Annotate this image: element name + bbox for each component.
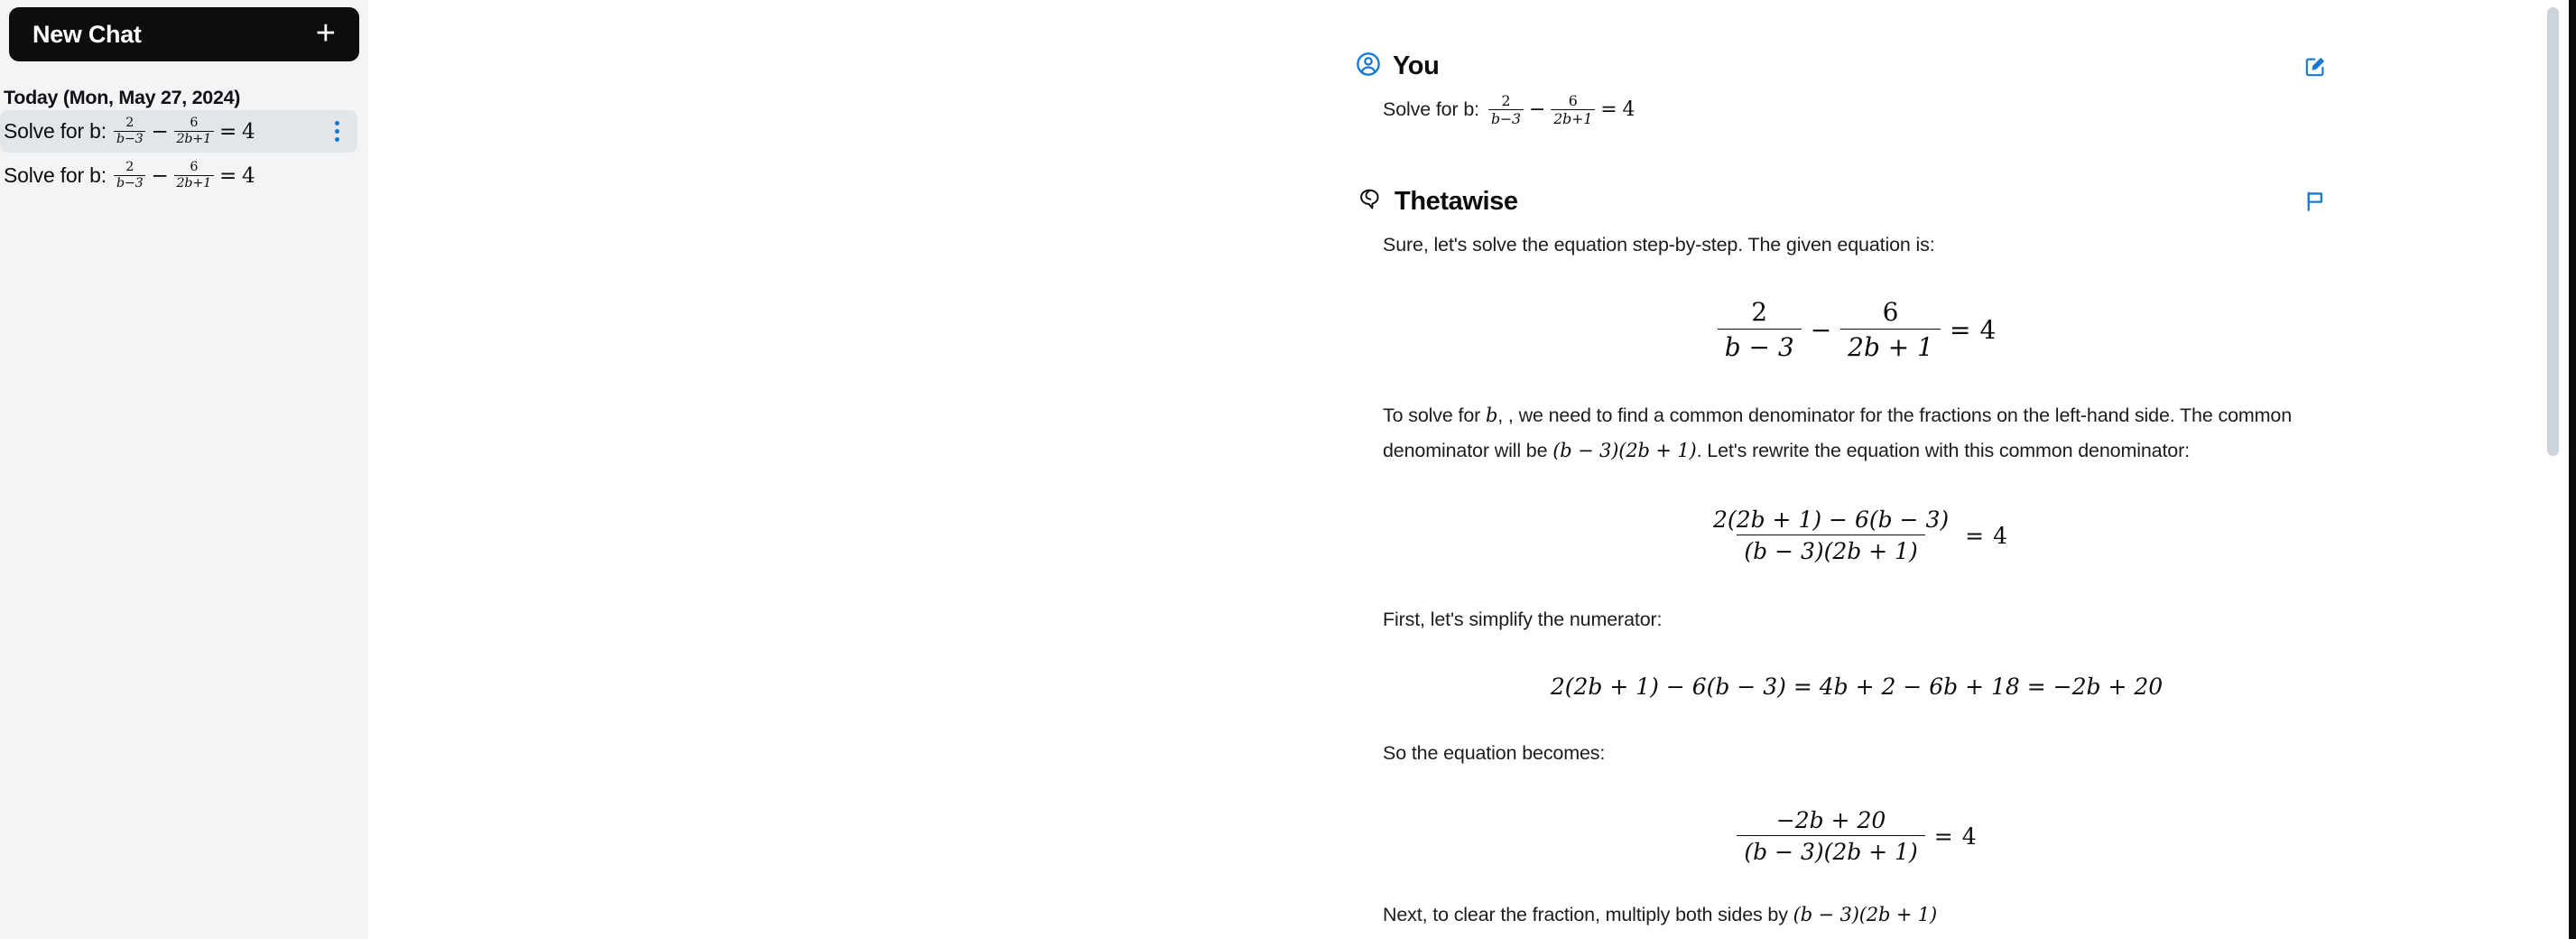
chat-item-0-equation: 2 b−3 − 6 2b+1 = 4 <box>113 116 255 147</box>
minus-sign: − <box>1810 314 1832 345</box>
fraction-6-over-2b-plus-1: 6 2b + 1 <box>1840 297 1941 362</box>
rhs-4: 4 <box>242 119 255 144</box>
assistant-paragraph-3: First, let's simplify the numerator: <box>1383 609 1663 630</box>
new-chat-label: New Chat <box>32 20 142 48</box>
new-chat-button[interactable]: New Chat + <box>9 7 359 61</box>
paragraph-2-part-a: To solve for <box>1383 404 1481 426</box>
inline-denominator-product: (b − 3)(2b + 1) <box>1793 904 1938 925</box>
rhs-4: 4 <box>1993 522 2007 549</box>
inline-var-b: b <box>1485 404 1498 426</box>
equals-sign: = <box>1933 823 1953 850</box>
assistant-paragraph-2: To solve for b, , we need to find a comm… <box>1383 398 2294 469</box>
assistant-paragraph-1: Sure, let's solve the equation step-by-s… <box>1383 234 1935 256</box>
user-message: You Solve for b: 2 b−3 − 6 2b+1 = 4 <box>1356 47 2330 127</box>
fraction-6-over-2b-plus-1: 6 2b+1 <box>1551 93 1596 126</box>
user-message-prefix: Solve for b: <box>1383 98 1479 120</box>
equals-sign: = <box>1600 98 1617 121</box>
fraction-6-over-2b-plus-1: 6 2b+1 <box>173 161 214 191</box>
sidebar-date-group-label: Today (Mon, May 27, 2024) <box>4 87 241 108</box>
fraction-2-over-b-minus-3: 2 b−3 <box>113 161 146 191</box>
app-root: New Chat + Today (Mon, May 27, 2024) Sol… <box>0 0 2576 939</box>
display-equation-2: 2(2b + 1) − 6(b − 3) (b − 3)(2b + 1) = 4 <box>1401 507 2312 564</box>
display-equation-3-block: 2(2b + 1) − 6(b − 3) = 4b + 2 − 6b + 18 … <box>1401 674 2312 700</box>
user-message-equation: 2 b−3 − 6 2b+1 = 4 <box>1487 92 1635 127</box>
minus-sign: − <box>1528 98 1546 121</box>
user-message-header: You <box>1356 47 2330 85</box>
equals-sign: = <box>218 163 237 188</box>
scrollbar-track[interactable] <box>2547 0 2569 939</box>
rhs-4: 4 <box>1961 823 1977 850</box>
assistant-paragraph-5: Next, to clear the fraction, multiply bo… <box>1383 897 2294 933</box>
fraction-2-over-b-minus-3: 2 b − 3 <box>1717 297 1802 362</box>
scrollbar-thumb[interactable] <box>2547 7 2559 456</box>
user-message-text: Solve for b: 2 b−3 − 6 2b+1 = 4 <box>1383 92 2294 127</box>
fraction-neg2b20-over-product: −2b + 20 (b − 3)(2b + 1) <box>1737 807 1925 865</box>
assistant-message: Thetawise Sure, let's solve the equation… <box>1356 182 2330 933</box>
paragraph-2-part-c: . Let's rewrite the equation with this c… <box>1696 440 2190 461</box>
display-equation-1: 2 b − 3 − 6 2b + 1 = 4 <box>1401 297 2312 362</box>
rhs-4: 4 <box>1979 314 1997 345</box>
sidebar: New Chat + Today (Mon, May 27, 2024) Sol… <box>0 0 368 939</box>
display-equation-2-block: 2(2b + 1) − 6(b − 3) (b − 3)(2b + 1) = 4 <box>1401 507 2312 564</box>
sidebar-chat-item-0-text: Solve for b: 2 b−3 − 6 2b+1 = 4 <box>4 116 325 147</box>
sidebar-chat-item-0[interactable]: Solve for b: 2 b−3 − 6 2b+1 = 4 <box>0 110 357 153</box>
user-circle-icon <box>1356 51 1381 81</box>
rhs-4: 4 <box>242 163 255 188</box>
paragraph-5-part-a: Next, to clear the fraction, multiply bo… <box>1383 904 1788 925</box>
minus-sign: − <box>151 119 169 144</box>
plus-icon: + <box>315 14 336 52</box>
thetawise-logo-icon <box>1356 186 1383 218</box>
chat-item-0-prefix: Solve for b: <box>4 119 107 143</box>
chat-item-1-equation: 2 b−3 − 6 2b+1 = 4 <box>113 161 255 191</box>
flag-icon <box>2307 191 2322 211</box>
rhs-4: 4 <box>1622 98 1635 121</box>
equals-sign: = <box>1965 522 1985 549</box>
chat-item-1-prefix: Solve for b: <box>4 163 107 187</box>
user-message-body: Solve for b: 2 b−3 − 6 2b+1 = 4 <box>1356 85 2330 127</box>
assistant-message-body: Sure, let's solve the equation step-by-s… <box>1356 220 2330 933</box>
display-equation-4-block: −2b + 20 (b − 3)(2b + 1) = 4 <box>1401 807 2312 865</box>
comma: , <box>1497 404 1504 426</box>
minus-sign: − <box>151 163 169 188</box>
display-equation-1-block: 2 b − 3 − 6 2b + 1 = 4 <box>1401 297 2312 362</box>
equals-sign: = <box>1950 314 1971 345</box>
fraction-6-over-2b-plus-1: 6 2b+1 <box>173 116 214 147</box>
inline-denominator-product: (b − 3)(2b + 1) <box>1552 440 1697 461</box>
chat-main: You Solve for b: 2 b−3 − 6 2b+1 = 4 Thet… <box>368 0 2576 939</box>
fraction-expanded-over-product: 2(2b + 1) − 6(b − 3) (b − 3)(2b + 1) <box>1713 507 1950 564</box>
window-right-edge <box>2569 0 2576 939</box>
assistant-name-label: Thetawise <box>1395 186 1518 216</box>
display-equation-4: −2b + 20 (b − 3)(2b + 1) = 4 <box>1401 807 2312 865</box>
simplify-numerator-line: 2(2b + 1) − 6(b − 3) = 4b + 2 − 6b + 18 … <box>1550 674 2164 700</box>
sidebar-chat-item-1[interactable]: Solve for b: 2 b−3 − 6 2b+1 = 4 <box>0 154 357 197</box>
fraction-2-over-b-minus-3: 2 b−3 <box>1487 93 1524 126</box>
edit-message-button[interactable] <box>2300 51 2330 81</box>
equals-sign: = <box>218 119 237 144</box>
assistant-message-header: Thetawise <box>1356 182 2330 220</box>
report-message-button[interactable] <box>2300 186 2330 217</box>
display-equation-3: 2(2b + 1) − 6(b − 3) = 4b + 2 − 6b + 18 … <box>1401 674 2312 700</box>
edit-square-icon <box>2305 57 2324 76</box>
sidebar-chat-item-1-text: Solve for b: 2 b−3 − 6 2b+1 = 4 <box>4 161 348 191</box>
chat-item-0-more-menu-icon[interactable] <box>325 116 348 147</box>
assistant-paragraph-4: So the equation becomes: <box>1383 742 1606 764</box>
fraction-2-over-b-minus-3: 2 b−3 <box>113 116 146 147</box>
user-name-label: You <box>1393 51 1440 80</box>
